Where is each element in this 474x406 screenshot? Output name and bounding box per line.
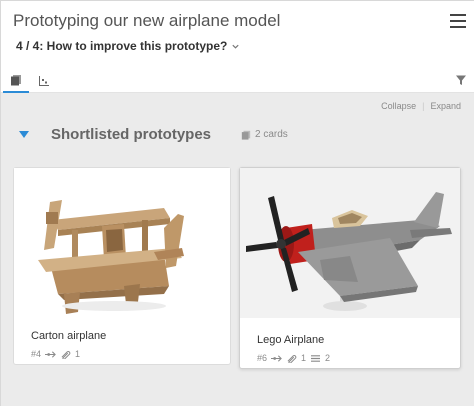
tab-cards-view[interactable] [3, 69, 29, 93]
caret-down-icon[interactable] [19, 130, 29, 139]
card-carton-airplane[interactable]: Carton airplane #4 1 [13, 167, 231, 365]
page-title: Prototyping our new airplane model [13, 11, 281, 30]
expand-button[interactable]: Expand [430, 101, 461, 111]
step-label: 4 / 4: How to improve this prototype? [16, 39, 228, 53]
group-title: Shortlisted prototypes [51, 126, 212, 143]
link-arrow-icon [45, 350, 56, 358]
divider: | [422, 101, 425, 111]
collapse-expand-controls: Collapse | Expand [381, 101, 461, 111]
cards-icon [11, 75, 21, 86]
card-title: Lego Airplane [257, 334, 325, 346]
collapse-button[interactable]: Collapse [381, 101, 416, 111]
link-arrow-icon [271, 354, 282, 362]
step-selector[interactable]: 4 / 4: How to improve this prototype? [16, 39, 240, 53]
card-title: Carton airplane [31, 330, 107, 342]
comment-count: 2 [325, 353, 331, 363]
group-header: Shortlisted prototypes 2 cards [19, 126, 288, 143]
group-card-count: 2 cards [241, 129, 288, 140]
card-id: #4 [31, 349, 42, 359]
tab-chart-view[interactable] [31, 69, 57, 93]
app-header: Prototyping our new airplane model 4 / 4… [1, 1, 474, 69]
attachment-count: 1 [75, 349, 81, 359]
board-content: Collapse | Expand Shortlisted prototypes… [1, 93, 474, 406]
carton-airplane-image [14, 168, 230, 318]
card-image [240, 168, 460, 318]
card-image [14, 168, 230, 318]
attachment-count: 1 [301, 353, 307, 363]
cards-icon [241, 130, 251, 140]
paperclip-icon [287, 354, 297, 363]
lego-airplane-image [240, 168, 460, 318]
comments-icon [311, 354, 321, 362]
filter-icon[interactable] [455, 74, 467, 86]
hamburger-menu-icon[interactable] [450, 14, 468, 28]
card-lego-airplane[interactable]: Lego Airplane #6 1 2 [239, 167, 461, 369]
card-meta: #4 1 [31, 349, 80, 359]
card-meta: #6 1 2 [257, 353, 330, 363]
chevron-down-icon [232, 44, 239, 49]
card-id: #6 [257, 353, 268, 363]
paperclip-icon [61, 350, 71, 359]
view-tabs [1, 69, 474, 93]
chart-icon [39, 76, 49, 86]
card-count-label: 2 cards [255, 129, 288, 140]
